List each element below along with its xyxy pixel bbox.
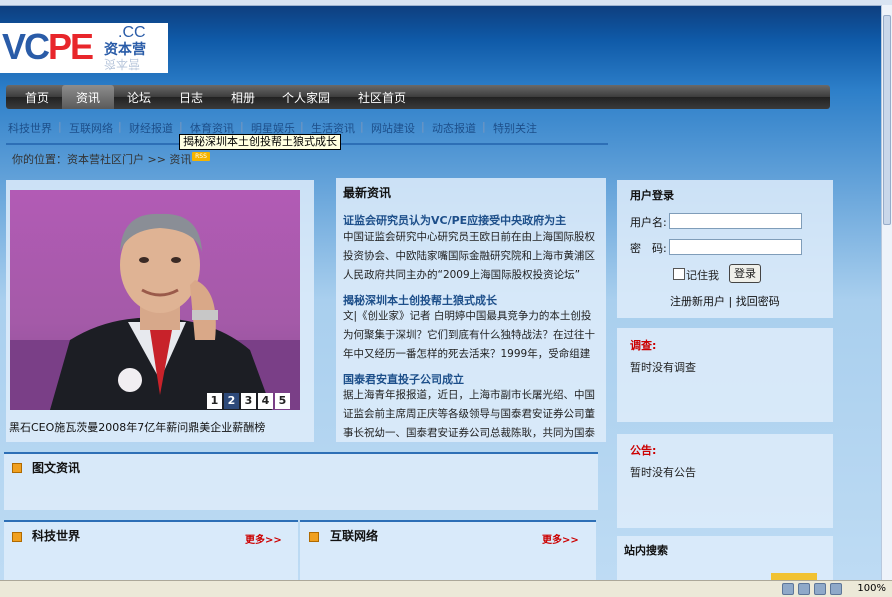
login-button[interactable]: 登录 [729,264,761,283]
pictorial-news-panel [4,452,598,510]
news-body-1: 中国证监会研究中心研究员王欧日前在由上海国际股权投资协会、中欧陆家嘴国际金融研究… [343,231,595,281]
nav-personal-home[interactable]: 个人家园 [276,85,336,109]
photo-pager: 1 2 3 4 5 [207,393,290,409]
sub-nav: 科技世界 | 互联网络 | 财经报道 | 体育资讯 | 明星娱乐 | 生活资讯 … [0,110,838,140]
news-title-1[interactable]: 证监会研究员认为VC/PE应接受中央政府为主 [343,212,566,228]
register-link[interactable]: 注册新用户 [670,295,725,308]
subnav-sep: | [58,120,62,133]
section-divider [4,452,598,454]
internet-title: 互联网络 [330,529,379,543]
username-input[interactable] [669,213,802,229]
headline-photo[interactable] [10,190,300,410]
username-label: 用户名: [630,216,667,229]
pager-1[interactable]: 1 [207,393,222,409]
logo-vc: VC [2,26,50,67]
site-logo[interactable]: VCPE .CC 资本营 资本营 [0,23,168,73]
nav-home[interactable]: 首页 [12,85,62,109]
login-title: 用户登录 [630,189,674,202]
scrollbar-thumb[interactable] [883,15,891,225]
section-bullet-icon [309,532,319,542]
breadcrumb: 你的位置：资本营社区门户 >> 资讯 [12,153,192,166]
subnav-sep: | [482,120,486,133]
zone-icon [798,583,810,595]
section-bullet-icon [12,463,22,473]
logo-pe: PE [48,26,94,67]
news-body-2: 文|《创业家》记者 白明婷中国最具竞争力的本土创投为何聚集于深圳？它们到底有什么… [343,310,595,360]
news-title-3[interactable]: 国泰君安直投子公司成立 [343,371,464,387]
security-icon [782,583,794,595]
nav-album[interactable]: 相册 [220,85,266,109]
logo-reflection: 资本营 [104,57,141,71]
remember-checkbox[interactable] [673,268,685,280]
subnav-finance[interactable]: 财经报道 [129,120,173,136]
internet-more-link[interactable]: 更多>> [542,531,579,546]
nav-blog[interactable]: 日志 [168,85,214,109]
subnav-sep: | [300,120,304,133]
subnav-special[interactable]: 特别关注 [493,120,537,136]
pager-4[interactable]: 4 [258,393,273,409]
site-search-title: 站内搜索 [624,544,668,557]
survey-text: 暂时没有调查 [630,361,696,374]
nav-forum[interactable]: 论坛 [116,85,162,109]
news-body-3: 据上海青年报报道，近日，上海市副市长屠光绍、中国证监会前主席周正庆等各级领导与国… [343,389,595,439]
subnav-sep: | [421,120,425,133]
subnav-sep: | [179,120,183,133]
rss-icon[interactable]: RSS [192,152,210,161]
popup-icon [814,583,826,595]
password-label: 密 码: [630,242,667,255]
remember-label: 记住我 [686,269,719,282]
tech-more-link[interactable]: 更多>> [245,531,282,546]
subnav-tech[interactable]: 科技世界 [8,120,52,136]
nav-community-home[interactable]: 社区首页 [352,85,412,109]
browser-toolbar-edge [0,0,892,6]
pager-5[interactable]: 5 [275,393,290,409]
notice-text: 暂时没有公告 [630,466,696,479]
zoom-level[interactable]: 100% [857,583,886,594]
subnav-sep: | [240,120,244,133]
main-nav: 首页 资讯 论坛 日志 相册 个人家园 社区首页 [6,85,830,109]
photo-portrait [10,213,300,410]
pictorial-news-title: 图文资讯 [32,461,81,475]
sound-icon [830,583,842,595]
vertical-scrollbar[interactable] [881,5,892,580]
nav-news[interactable]: 资讯 [62,85,114,109]
link-tooltip: 揭秘深圳本土创投帮土狼式成长 [179,134,341,150]
news-title-2[interactable]: 揭秘深圳本土创投帮土狼式成长 [343,292,497,308]
section-divider [4,520,298,522]
survey-title: 调查: [630,339,657,352]
tech-world-title: 科技世界 [32,529,81,543]
photo-caption[interactable]: 黑石CEO施瓦茨曼2008年7亿年薪问鼎美企业薪酬榜 [9,419,265,435]
login-links-divider: | [728,295,733,308]
notice-title: 公告: [630,444,657,457]
pager-3[interactable]: 3 [241,393,256,409]
section-divider [300,520,596,522]
forgot-password-link[interactable]: 找回密码 [736,295,780,308]
subnav-sep: | [360,120,364,133]
password-input[interactable] [669,239,802,255]
subnav-internet[interactable]: 互联网络 [69,120,113,136]
section-bullet-icon [12,532,22,542]
subnav-dynamic[interactable]: 动态报道 [432,120,476,136]
browser-status-bar: 100% [0,580,892,597]
search-button[interactable] [771,573,817,580]
subnav-sep: | [118,120,122,133]
pager-2[interactable]: 2 [224,393,239,409]
subnav-web-building[interactable]: 网站建设 [371,120,415,136]
latest-news-title: 最新资讯 [343,186,392,200]
